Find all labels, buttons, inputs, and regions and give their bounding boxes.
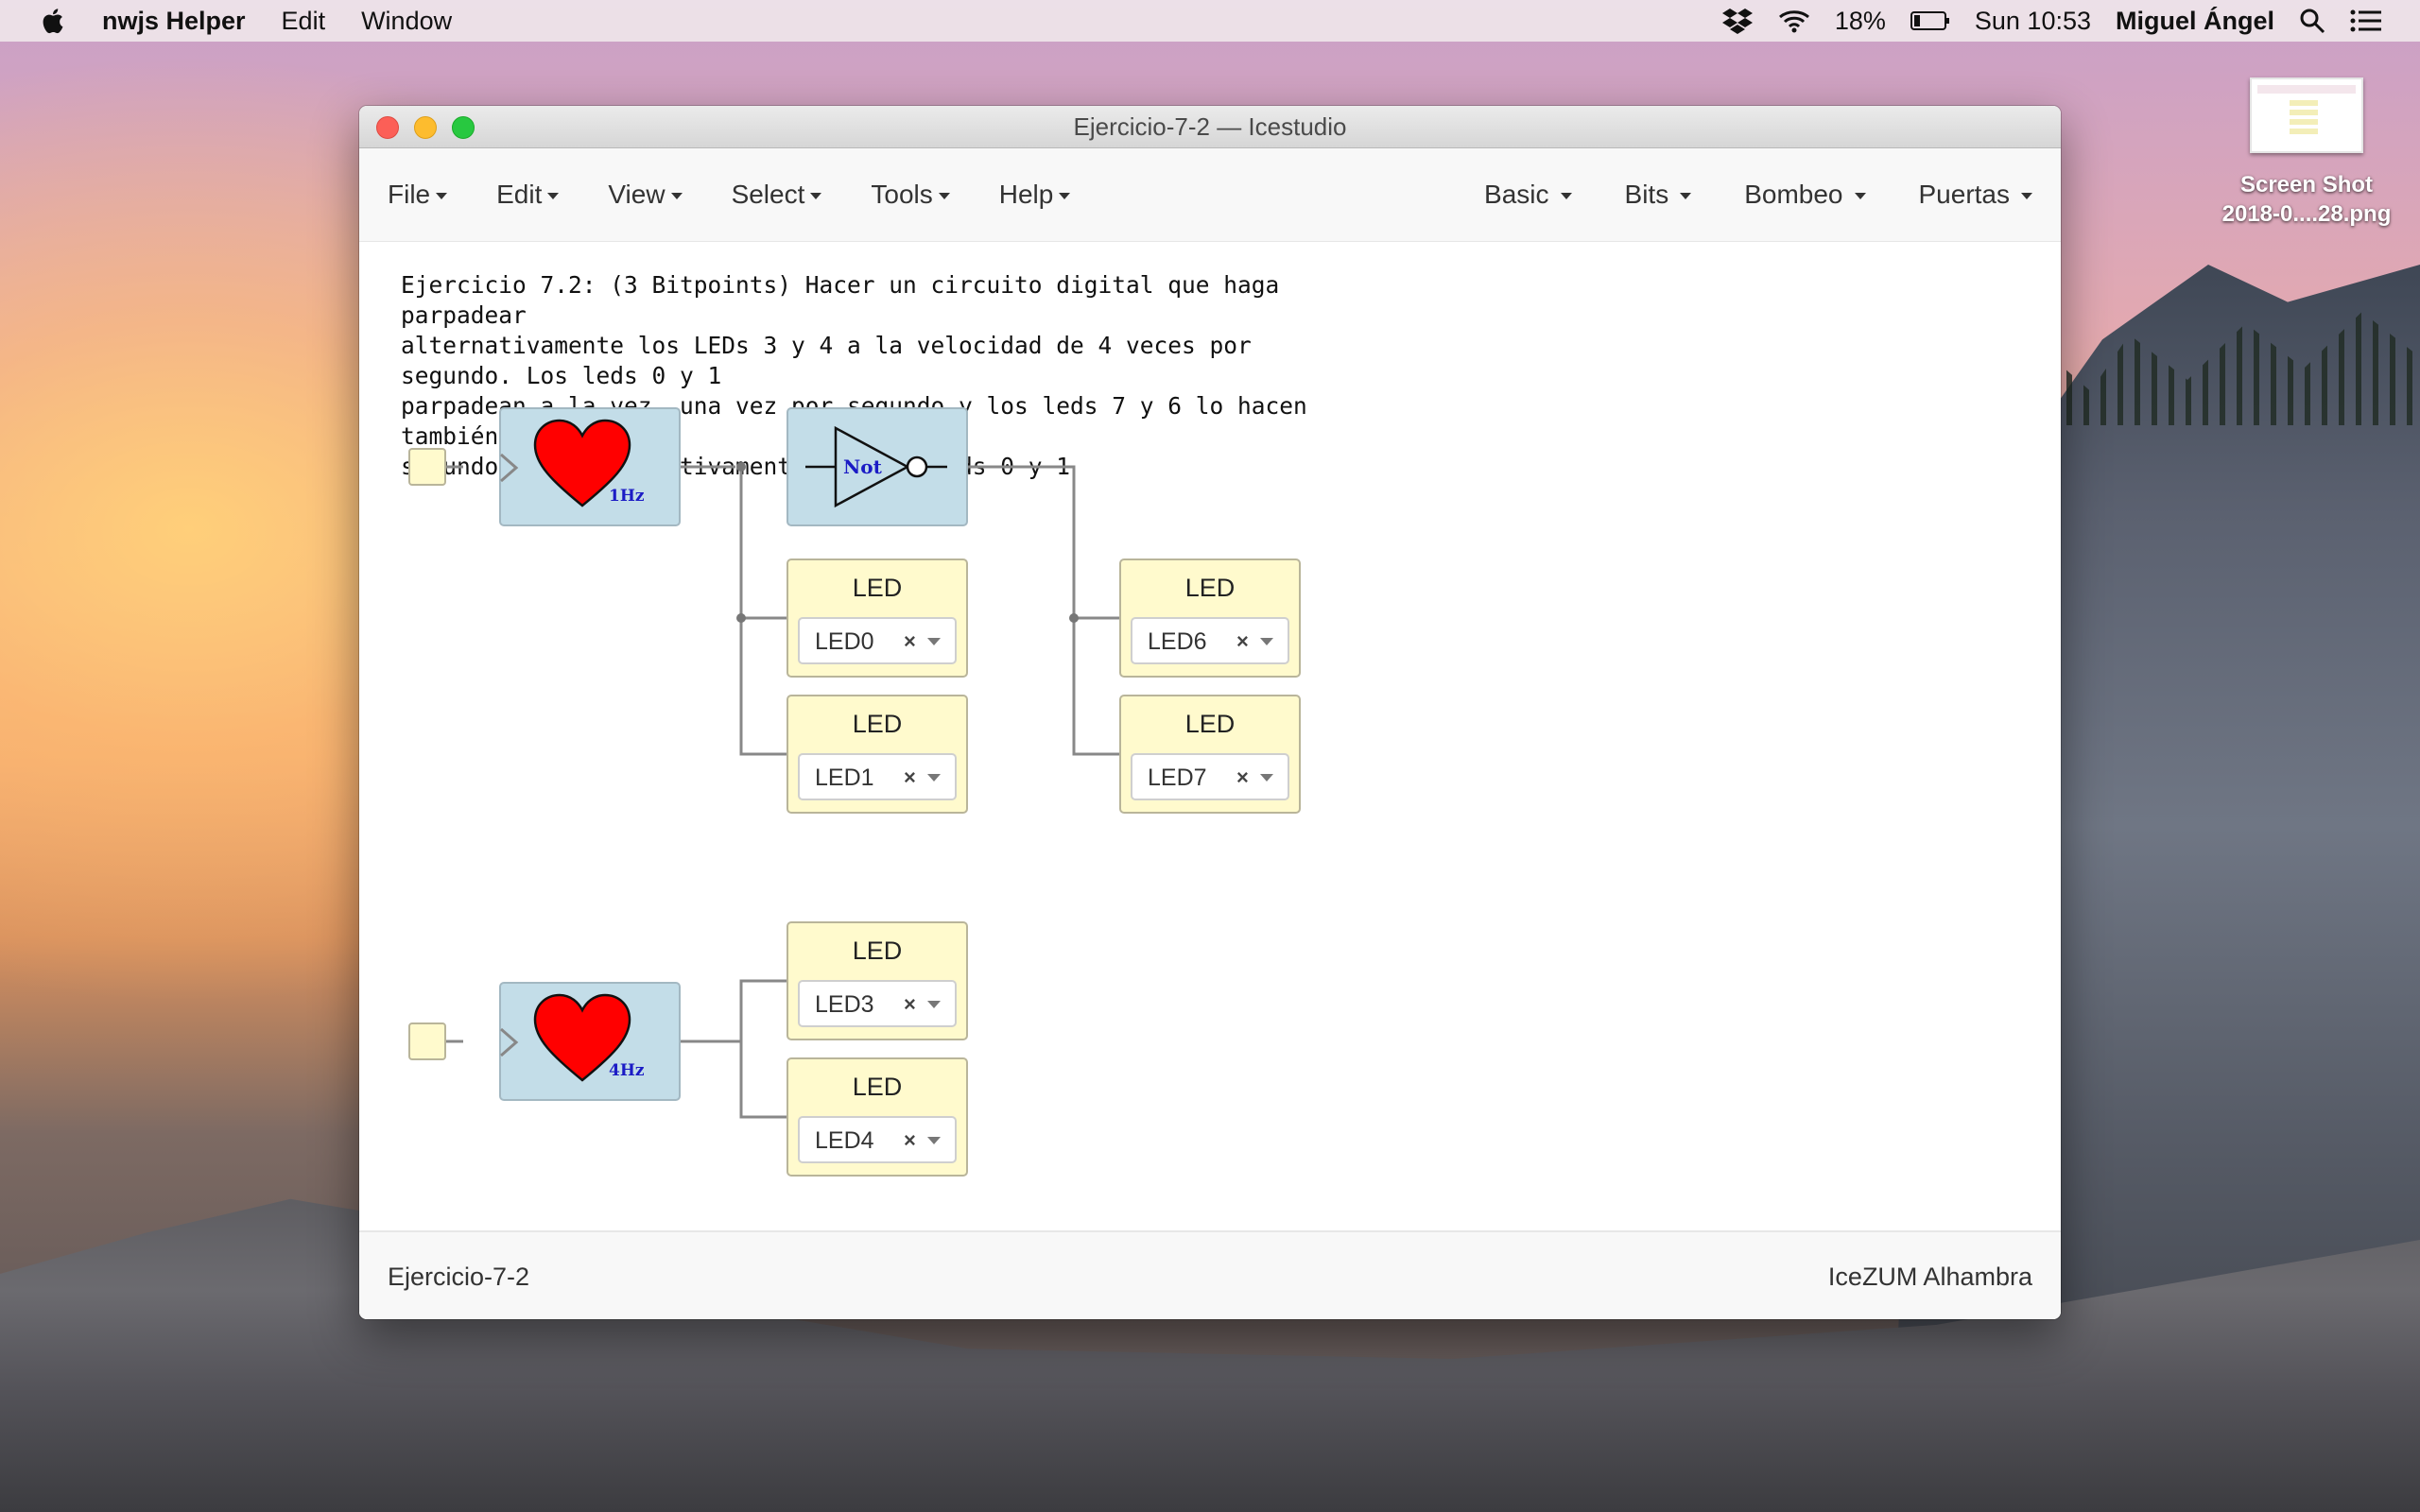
battery-percentage: 18% <box>1834 6 1886 35</box>
spotlight-search-icon[interactable] <box>2299 8 2325 34</box>
battery-icon[interactable] <box>1910 10 1950 31</box>
led-pin-select[interactable]: LED7 × <box>1131 753 1289 800</box>
led-block-led6[interactable]: LED LED6 × <box>1119 558 1301 678</box>
wifi-icon[interactable] <box>1778 9 1810 33</box>
nav-tools[interactable]: Tools <box>871 180 950 210</box>
window-title: Ejercicio-7-2 — Icestudio <box>1073 112 1347 141</box>
caret-down-icon <box>670 193 683 200</box>
apple-menu-icon[interactable] <box>38 7 66 35</box>
led-block-title: LED <box>852 710 903 738</box>
clear-selection-icon[interactable]: × <box>1236 765 1249 790</box>
not-gate-icon: Not <box>805 425 947 508</box>
heart-clock-block-4hz[interactable]: 4Hz <box>499 982 681 1101</box>
caret-down-icon <box>436 193 448 200</box>
led-pin-select[interactable]: LED6 × <box>1131 617 1289 664</box>
clear-selection-icon[interactable]: × <box>904 765 916 790</box>
caret-down-icon <box>1059 193 1071 200</box>
frequency-label: 4Hz <box>609 1061 645 1080</box>
clear-selection-icon[interactable]: × <box>904 992 916 1017</box>
caret-down-icon <box>810 193 822 200</box>
input-port-2[interactable] <box>408 1022 446 1060</box>
nav-puertas[interactable]: Puertas <box>1919 180 2032 210</box>
dropdown-arrow-icon[interactable] <box>927 1137 941 1144</box>
nav-select[interactable]: Select <box>732 180 822 210</box>
led-block-led1[interactable]: LED LED1 × <box>786 695 968 814</box>
close-window-button[interactable] <box>376 116 399 139</box>
led-block-title: LED <box>1184 574 1236 602</box>
caret-down-icon <box>1560 193 1572 200</box>
input-port-1[interactable] <box>408 448 446 486</box>
led-pin-select[interactable]: LED3 × <box>798 980 957 1027</box>
desktop-file-label: Screen Shot 2018-0....28.png <box>2221 172 2392 227</box>
input-arrow-icon <box>500 453 519 483</box>
led-pin-value: LED6 <box>1148 628 1207 655</box>
traffic-lights <box>376 116 475 139</box>
dropbox-icon[interactable] <box>1721 7 1754 35</box>
dropdown-arrow-icon[interactable] <box>927 774 941 782</box>
screenshot-thumbnail <box>2250 77 2363 153</box>
caret-down-icon <box>938 193 950 200</box>
caret-down-icon <box>547 193 560 200</box>
led-block-title: LED <box>1184 710 1236 738</box>
caret-down-icon <box>1854 193 1866 200</box>
led-pin-value: LED1 <box>815 765 874 791</box>
wire-junction <box>736 462 746 472</box>
led-block-title: LED <box>852 1073 903 1101</box>
led-block-title: LED <box>852 936 903 965</box>
desktop-file-screenshot[interactable]: Screen Shot 2018-0....28.png <box>2203 77 2411 229</box>
led-pin-select[interactable]: LED4 × <box>798 1116 957 1163</box>
notification-center-icon[interactable] <box>2350 9 2382 33</box>
menu-edit[interactable]: Edit <box>282 7 326 36</box>
minimize-window-button[interactable] <box>414 116 437 139</box>
dropdown-arrow-icon[interactable] <box>927 1001 941 1008</box>
led-pin-select[interactable]: LED0 × <box>798 617 957 664</box>
nav-basic[interactable]: Basic <box>1484 180 1572 210</box>
nav-edit[interactable]: Edit <box>496 180 560 210</box>
circuit-canvas[interactable]: Ejercicio 7.2: (3 Bitpoints) Hacer un ci… <box>359 242 2061 1319</box>
window-titlebar[interactable]: Ejercicio-7-2 — Icestudio <box>359 106 2061 148</box>
app-navbar: File Edit View Select Tools Help Basic B… <box>359 148 2061 243</box>
status-footer: Ejercicio-7-2 IceZUM Alhambra <box>359 1230 2061 1319</box>
led-block-led0[interactable]: LED LED0 × <box>786 558 968 678</box>
wire-junction <box>736 613 746 623</box>
led-pin-select[interactable]: LED1 × <box>798 753 957 800</box>
led-block-led7[interactable]: LED LED7 × <box>1119 695 1301 814</box>
nav-file[interactable]: File <box>388 180 448 210</box>
dropdown-arrow-icon[interactable] <box>1260 774 1273 782</box>
menu-bar-status-area: 18% Sun 10:53 Miguel Ángel <box>1721 0 2382 42</box>
user-name[interactable]: Miguel Ángel <box>2116 7 2274 36</box>
clear-selection-icon[interactable]: × <box>904 629 916 654</box>
nav-bombeo[interactable]: Bombeo <box>1744 180 1866 210</box>
input-arrow-icon <box>500 1027 519 1057</box>
clear-selection-icon[interactable]: × <box>1236 629 1249 654</box>
caret-down-icon <box>2021 193 2032 200</box>
led-block-led3[interactable]: LED LED3 × <box>786 921 968 1040</box>
led-pin-value: LED7 <box>1148 765 1207 791</box>
nav-bits[interactable]: Bits <box>1625 180 1692 210</box>
not-gate-block[interactable]: Not <box>786 407 968 526</box>
nav-help[interactable]: Help <box>999 180 1071 210</box>
led-pin-value: LED0 <box>815 628 874 655</box>
not-gate-label: Not <box>843 455 883 478</box>
wire-junction <box>1069 613 1079 623</box>
macos-menu-bar: nwjs Helper Edit Window 18% Sun 10:53 Mi… <box>0 0 2420 42</box>
menu-window[interactable]: Window <box>361 7 452 36</box>
caret-down-icon <box>1680 193 1692 200</box>
icestudio-window: Ejercicio-7-2 — Icestudio File Edit View… <box>359 106 2061 1319</box>
led-pin-value: LED3 <box>815 991 874 1018</box>
app-name-menu[interactable]: nwjs Helper <box>102 7 246 36</box>
nav-view[interactable]: View <box>608 180 683 210</box>
led-pin-value: LED4 <box>815 1127 874 1154</box>
clear-selection-icon[interactable]: × <box>904 1128 916 1153</box>
board-name[interactable]: IceZUM Alhambra <box>1828 1263 2032 1292</box>
dropdown-arrow-icon[interactable] <box>1260 638 1273 645</box>
frequency-label: 1Hz <box>609 487 645 506</box>
project-name: Ejercicio-7-2 <box>388 1263 530 1291</box>
clock[interactable]: Sun 10:53 <box>1975 7 2091 36</box>
zoom-window-button[interactable] <box>452 116 475 139</box>
heart-clock-block-1hz[interactable]: 1Hz <box>499 407 681 526</box>
led-block-led4[interactable]: LED LED4 × <box>786 1057 968 1177</box>
dropdown-arrow-icon[interactable] <box>927 638 941 645</box>
led-block-title: LED <box>852 574 903 602</box>
